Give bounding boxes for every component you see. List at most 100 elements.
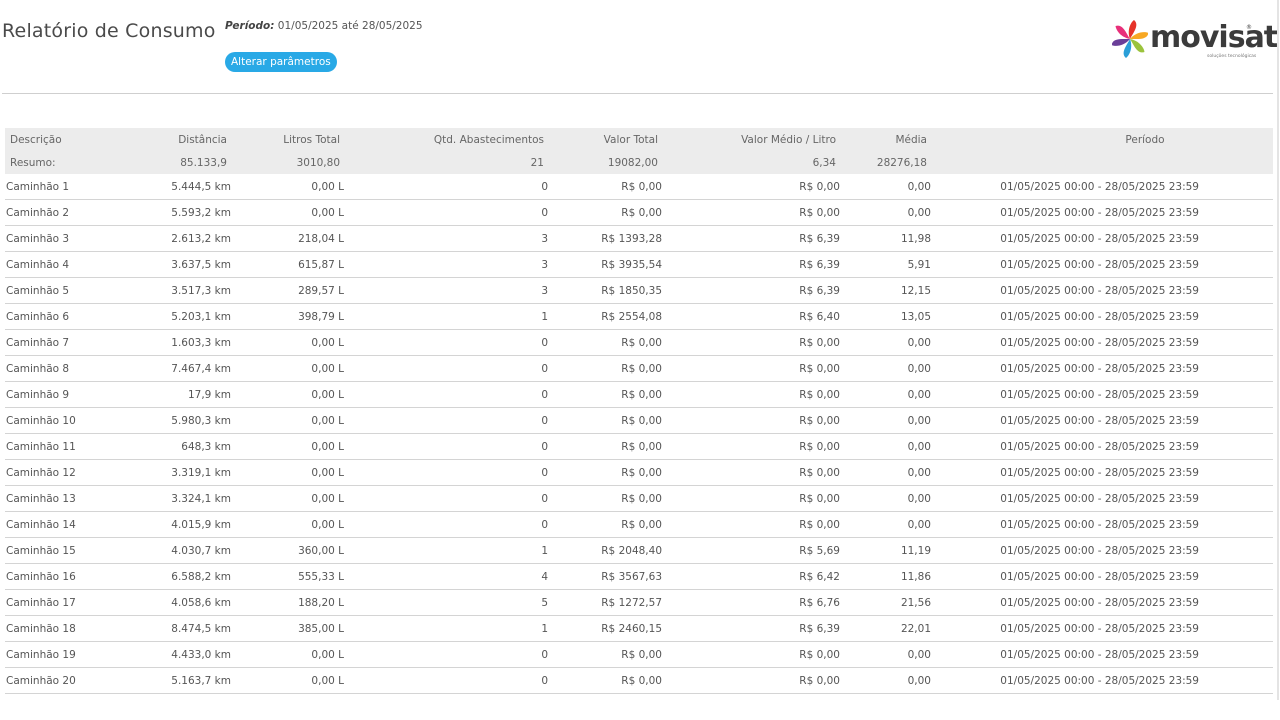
column-header-average[interactable]: Média [846, 128, 937, 151]
cell-avg-price-per-liter: R$ 0,00 [666, 381, 846, 408]
table-row[interactable]: Caminhão 6 5.203,1 km 398,79 L 1 R$ 2554,08 R… [5, 303, 1273, 330]
cell-vehicle-name: Caminhão 19 [5, 641, 109, 668]
cell-avg-price-per-liter: R$ 0,00 [666, 459, 846, 486]
table-row[interactable]: Caminhão 9 17,9 km 0,00 L 0 R$ 0,00 R$ 0,00 0,… [5, 381, 1273, 408]
cell-period: 01/05/2025 00:00 - 28/05/2025 23:59 [937, 381, 1273, 408]
cell-total-value: R$ 0,00 [552, 174, 666, 200]
cell-total-value: R$ 0,00 [552, 355, 666, 382]
cell-avg-price-per-liter: R$ 0,00 [666, 199, 846, 226]
column-header-refuels[interactable]: Qtd. Abastecimentos [345, 128, 552, 151]
table-row[interactable]: Caminhão 12 3.319,1 km 0,00 L 0 R$ 0,00 R$ 0,… [5, 459, 1273, 486]
column-header-liters[interactable]: Litros Total [232, 128, 345, 151]
cell-total-value: R$ 2460,15 [552, 615, 666, 642]
cell-distance: 648,3 km [109, 433, 232, 460]
table-row[interactable]: Caminhão 1 5.444,5 km 0,00 L 0 R$ 0,00 R$ 0,0… [5, 174, 1273, 200]
cell-period: 01/05/2025 00:00 - 28/05/2025 23:59 [937, 277, 1273, 304]
cell-total-value: R$ 1393,28 [552, 225, 666, 252]
cell-period: 01/05/2025 00:00 - 28/05/2025 23:59 [937, 174, 1273, 200]
cell-avg-price-per-liter: R$ 5,69 [666, 537, 846, 564]
cell-average: 0,00 [846, 407, 937, 434]
cell-avg-price-per-liter: R$ 6,39 [666, 225, 846, 252]
column-header-total-value[interactable]: Valor Total [552, 128, 666, 151]
cell-average: 0,00 [846, 199, 937, 226]
cell-refuel-count: 3 [345, 251, 552, 278]
table-row[interactable]: Caminhão 11 648,3 km 0,00 L 0 R$ 0,00 R$ 0,00… [5, 433, 1273, 460]
cell-total-value: R$ 1272,57 [552, 589, 666, 616]
table-row[interactable]: Caminhão 5 3.517,3 km 289,57 L 3 R$ 1850,35 R… [5, 277, 1273, 304]
table-row[interactable]: Caminhão 18 8.474,5 km 385,00 L 1 R$ 2460,15… [5, 615, 1273, 642]
cell-period: 01/05/2025 00:00 - 28/05/2025 23:59 [937, 251, 1273, 278]
change-parameters-button[interactable]: Alterar parâmetros [225, 52, 337, 72]
table-row[interactable]: Caminhão 3 2.613,2 km 218,04 L 3 R$ 1393,28 R… [5, 225, 1273, 252]
column-header-period[interactable]: Período [937, 128, 1273, 151]
consumption-table: Descrição Distância Litros Total Qtd. Ab… [5, 128, 1273, 694]
cell-period: 01/05/2025 00:00 - 28/05/2025 23:59 [937, 485, 1273, 512]
cell-vehicle-name: Caminhão 6 [5, 303, 109, 330]
cell-average: 0,00 [846, 433, 937, 460]
cell-average: 22,01 [846, 615, 937, 642]
cell-liters: 0,00 L [232, 174, 345, 200]
vertical-scrollbar[interactable] [1277, 0, 1279, 700]
table-row[interactable]: Caminhão 14 4.015,9 km 0,00 L 0 R$ 0,00 R$ 0,… [5, 511, 1273, 538]
cell-avg-price-per-liter: R$ 0,00 [666, 433, 846, 460]
cell-distance: 1.603,3 km [109, 329, 232, 356]
summary-label: Resumo: [5, 151, 109, 174]
table-row[interactable]: Caminhão 7 1.603,3 km 0,00 L 0 R$ 0,00 R$ 0,0… [5, 329, 1273, 356]
cell-vehicle-name: Caminhão 17 [5, 589, 109, 616]
cell-average: 21,56 [846, 589, 937, 616]
cell-vehicle-name: Caminhão 4 [5, 251, 109, 278]
cell-liters: 0,00 L [232, 511, 345, 538]
logo-wordmark: movisat [1150, 20, 1278, 55]
table-row[interactable]: Caminhão 2 5.593,2 km 0,00 L 0 R$ 0,00 R$ 0,0… [5, 199, 1273, 226]
cell-distance: 5.444,5 km [109, 174, 232, 200]
cell-distance: 3.637,5 km [109, 251, 232, 278]
cell-avg-price-per-liter: R$ 6,42 [666, 563, 846, 590]
column-header-description[interactable]: Descrição [5, 128, 109, 151]
cell-avg-price-per-liter: R$ 0,00 [666, 329, 846, 356]
cell-total-value: R$ 2048,40 [552, 537, 666, 564]
movisat-logo: movisat ® soluções tecnológicas [1112, 18, 1278, 64]
table-row[interactable]: Caminhão 13 3.324,1 km 0,00 L 0 R$ 0,00 R$ 0,… [5, 485, 1273, 512]
cell-liters: 0,00 L [232, 381, 345, 408]
cell-total-value: R$ 0,00 [552, 407, 666, 434]
table-row[interactable]: Caminhão 8 7.467,4 km 0,00 L 0 R$ 0,00 R$ 0,0… [5, 355, 1273, 382]
cell-distance: 5.980,3 km [109, 407, 232, 434]
cell-period: 01/05/2025 00:00 - 28/05/2025 23:59 [937, 199, 1273, 226]
table-row[interactable]: Caminhão 20 5.163,7 km 0,00 L 0 R$ 0,00 R$ 0,… [5, 667, 1273, 694]
table-row[interactable]: Caminhão 17 4.058,6 km 188,20 L 5 R$ 1272,57… [5, 589, 1273, 616]
cell-distance: 4.030,7 km [109, 537, 232, 564]
cell-distance: 4.015,9 km [109, 511, 232, 538]
cell-avg-price-per-liter: R$ 6,39 [666, 615, 846, 642]
cell-avg-price-per-liter: R$ 0,00 [666, 174, 846, 200]
cell-average: 11,19 [846, 537, 937, 564]
cell-refuel-count: 1 [345, 537, 552, 564]
cell-liters: 289,57 L [232, 277, 345, 304]
cell-vehicle-name: Caminhão 12 [5, 459, 109, 486]
cell-liters: 0,00 L [232, 355, 345, 382]
table-row[interactable]: Caminhão 19 4.433,0 km 0,00 L 0 R$ 0,00 R$ 0,… [5, 641, 1273, 668]
cell-avg-price-per-liter: R$ 0,00 [666, 641, 846, 668]
table-row[interactable]: Caminhão 15 4.030,7 km 360,00 L 1 R$ 2048,40… [5, 537, 1273, 564]
summary-period [937, 151, 1273, 174]
cell-period: 01/05/2025 00:00 - 28/05/2025 23:59 [937, 511, 1273, 538]
cell-total-value: R$ 0,00 [552, 667, 666, 694]
cell-refuel-count: 0 [345, 381, 552, 408]
report-period: Período: 01/05/2025 até 28/05/2025 [225, 20, 423, 32]
column-header-avg-price[interactable]: Valor Médio / Litro [666, 128, 846, 151]
cell-avg-price-per-liter: R$ 6,39 [666, 251, 846, 278]
column-header-distance[interactable]: Distância [109, 128, 232, 151]
table-row[interactable]: Caminhão 4 3.637,5 km 615,87 L 3 R$ 3935,54 R… [5, 251, 1273, 278]
cell-average: 0,00 [846, 485, 937, 512]
cell-vehicle-name: Caminhão 20 [5, 667, 109, 694]
cell-liters: 0,00 L [232, 329, 345, 356]
cell-vehicle-name: Caminhão 14 [5, 511, 109, 538]
cell-average: 5,91 [846, 251, 937, 278]
table-row[interactable]: Caminhão 10 5.980,3 km 0,00 L 0 R$ 0,00 R$ 0,… [5, 407, 1273, 434]
cell-period: 01/05/2025 00:00 - 28/05/2025 23:59 [937, 563, 1273, 590]
cell-total-value: R$ 0,00 [552, 485, 666, 512]
pinwheel-logo-icon [1112, 20, 1148, 58]
table-row[interactable]: Caminhão 16 6.588,2 km 555,33 L 4 R$ 3567,63… [5, 563, 1273, 590]
cell-total-value: R$ 1850,35 [552, 277, 666, 304]
cell-refuel-count: 3 [345, 225, 552, 252]
cell-average: 0,00 [846, 511, 937, 538]
